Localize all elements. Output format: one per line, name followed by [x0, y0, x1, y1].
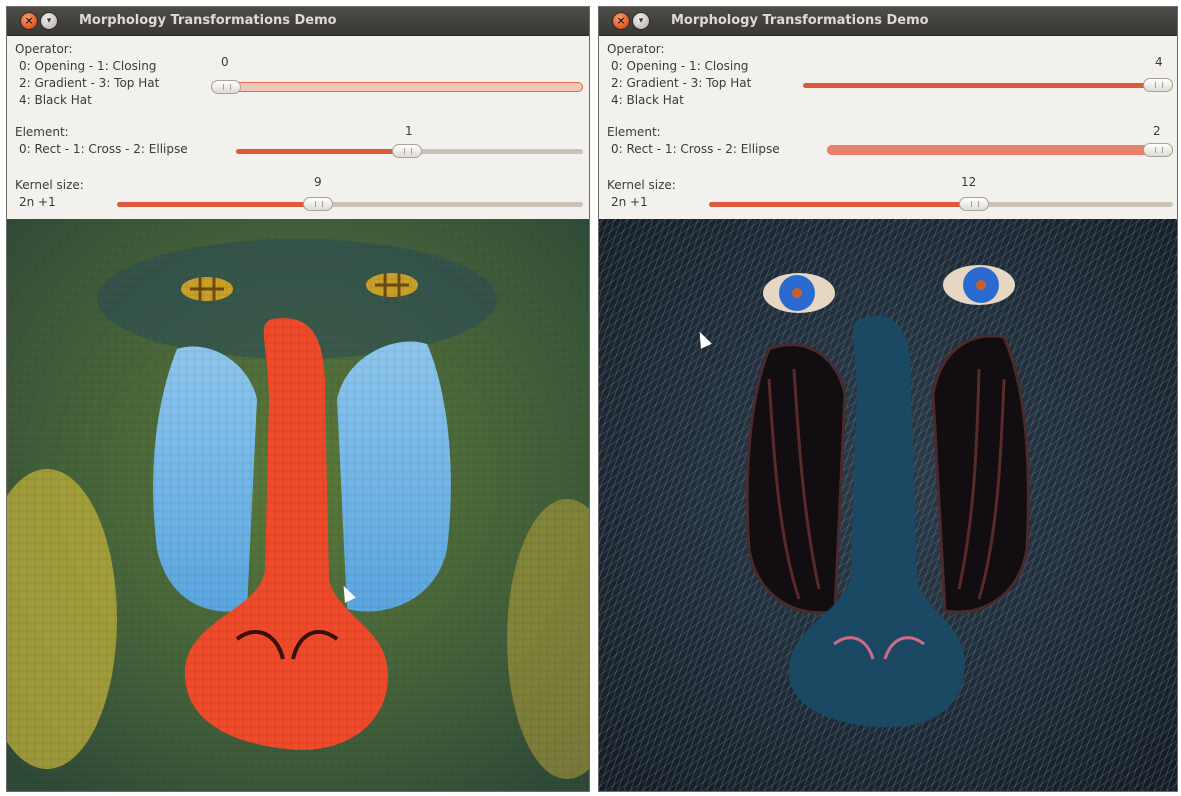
minimize-icon[interactable]: ▾ — [41, 13, 57, 29]
output-image — [599, 219, 1177, 791]
trackbar-panel: Operator: 0: Opening - 1: Closing 2: Gra… — [7, 36, 589, 219]
kernel-slider[interactable] — [117, 197, 583, 211]
minimize-icon[interactable]: ▾ — [633, 13, 649, 29]
operator-slider-thumb[interactable] — [1143, 78, 1173, 92]
kernel-label: Kernel size: — [15, 178, 84, 192]
window-title: Morphology Transformations Demo — [671, 13, 929, 28]
element-option-line: 0: Rect - 1: Cross - 2: Ellipse — [611, 142, 780, 156]
element-slider[interactable] — [236, 144, 583, 158]
operator-value: 4 — [1155, 55, 1163, 69]
operator-value: 0 — [221, 55, 229, 69]
operator-slider-thumb[interactable] — [211, 80, 241, 94]
element-label: Element: — [607, 125, 661, 139]
element-option-line: 0: Rect - 1: Cross - 2: Ellipse — [19, 142, 188, 156]
element-slider-thumb[interactable] — [392, 144, 422, 158]
operator-label: Operator: — [15, 42, 73, 56]
kernel-formula: 2n +1 — [19, 195, 56, 209]
close-icon[interactable]: × — [613, 13, 629, 29]
element-slider[interactable] — [827, 143, 1173, 157]
kernel-slider[interactable] — [709, 197, 1173, 211]
title-bar[interactable]: × ▾ Morphology Transformations Demo — [599, 7, 1177, 36]
mandrill-image — [7, 219, 589, 791]
operator-option-line: 0: Opening - 1: Closing — [611, 59, 749, 73]
kernel-slider-thumb[interactable] — [303, 197, 333, 211]
operator-slider[interactable] — [211, 80, 583, 94]
trackbar-panel: Operator: 0: Opening - 1: Closing 2: Gra… — [599, 36, 1177, 219]
element-slider-thumb[interactable] — [1143, 143, 1173, 157]
kernel-slider-thumb[interactable] — [959, 197, 989, 211]
mandrill-image — [599, 219, 1177, 791]
close-icon[interactable]: × — [21, 13, 37, 29]
window-left: × ▾ Morphology Transformations Demo Oper… — [6, 6, 590, 792]
output-image — [7, 219, 589, 791]
element-label: Element: — [15, 125, 69, 139]
operator-option-line: 4: Black Hat — [19, 93, 92, 107]
kernel-value: 9 — [314, 175, 322, 189]
window-right: × ▾ Morphology Transformations Demo Oper… — [598, 6, 1178, 792]
kernel-value: 12 — [961, 175, 977, 189]
kernel-label: Kernel size: — [607, 178, 676, 192]
window-title: Morphology Transformations Demo — [79, 13, 337, 28]
operator-option-line: 2: Gradient - 3: Top Hat — [19, 76, 160, 90]
element-value: 1 — [405, 124, 413, 138]
operator-label: Operator: — [607, 42, 665, 56]
operator-slider[interactable] — [803, 78, 1173, 92]
operator-option-line: 0: Opening - 1: Closing — [19, 59, 157, 73]
operator-option-line: 2: Gradient - 3: Top Hat — [611, 76, 752, 90]
kernel-formula: 2n +1 — [611, 195, 648, 209]
operator-option-line: 4: Black Hat — [611, 93, 684, 107]
element-value: 2 — [1153, 124, 1161, 138]
title-bar[interactable]: × ▾ Morphology Transformations Demo — [7, 7, 589, 36]
